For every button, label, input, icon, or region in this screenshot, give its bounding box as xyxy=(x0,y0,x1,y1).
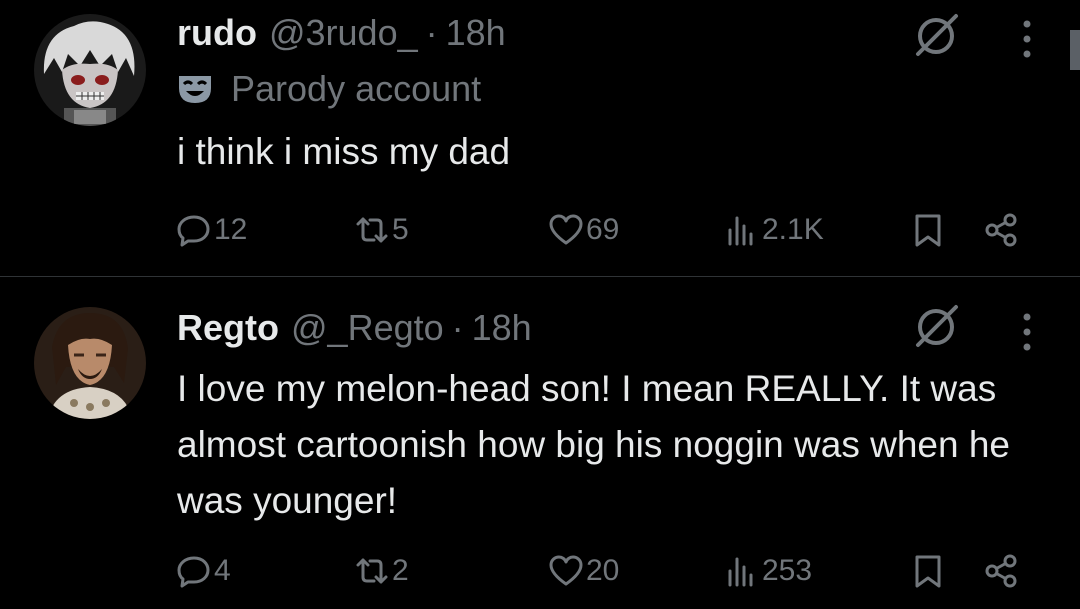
repost-count: 5 xyxy=(392,213,409,246)
bookmark-button[interactable] xyxy=(910,208,946,252)
share-button[interactable] xyxy=(984,208,1020,252)
tweet-regto[interactable]: Regto @_Regto · 18h I love my melon-head… xyxy=(0,277,1080,609)
views-icon xyxy=(728,216,753,246)
tweet-header: rudo @3rudo_ · 18h xyxy=(177,12,506,54)
parody-mask-icon xyxy=(179,76,211,103)
separator-dot: · xyxy=(425,12,438,53)
avatar[interactable] xyxy=(34,307,146,419)
reply-count: 4 xyxy=(214,554,231,587)
share-icon xyxy=(985,213,1017,247)
share-button[interactable] xyxy=(984,549,1020,593)
avatar[interactable] xyxy=(34,14,146,126)
views-count: 253 xyxy=(762,554,813,587)
tweet-text: i think i miss my dad xyxy=(177,131,511,172)
reply-button[interactable]: 4 xyxy=(176,549,231,593)
views-button[interactable]: 253 xyxy=(724,549,812,593)
display-name[interactable]: Regto xyxy=(177,307,279,349)
like-count: 69 xyxy=(586,213,620,246)
like-button[interactable]: 69 xyxy=(548,208,619,252)
tweet-rudo[interactable]: rudo @3rudo_ · 18h Parody account i thin… xyxy=(0,0,1080,277)
scrollbar-thumb[interactable] xyxy=(1070,30,1080,70)
reply-icon xyxy=(177,215,210,247)
timestamp[interactable]: 18h xyxy=(472,307,532,349)
reply-button[interactable]: 12 xyxy=(176,208,247,252)
grok-icon[interactable] xyxy=(912,10,962,60)
action-bar: 12 5 69 2.1K xyxy=(0,208,1080,252)
repost-button[interactable]: 2 xyxy=(354,549,409,593)
avatar-image xyxy=(34,14,146,126)
repost-icon xyxy=(356,217,388,243)
display-name[interactable]: rudo xyxy=(177,12,257,54)
repost-button[interactable]: 5 xyxy=(354,208,409,252)
user-handle[interactable]: @_Regto xyxy=(291,307,444,349)
grok-icon[interactable] xyxy=(912,301,962,351)
separator-dot: · xyxy=(451,307,464,348)
views-button[interactable]: 2.1K xyxy=(724,208,824,252)
timestamp[interactable]: 18h xyxy=(446,12,506,54)
more-icon[interactable] xyxy=(1020,311,1034,353)
reply-icon xyxy=(177,556,210,588)
views-icon xyxy=(728,557,753,587)
bookmark-icon xyxy=(915,555,941,588)
repost-icon xyxy=(356,558,388,584)
like-icon xyxy=(549,214,583,245)
bookmark-button[interactable] xyxy=(910,549,946,593)
tweet-text: I love my melon-head son! I mean REALLY.… xyxy=(177,368,1010,521)
parody-badge: Parody account xyxy=(177,68,481,110)
reply-count: 12 xyxy=(214,213,248,246)
bookmark-icon xyxy=(915,214,941,247)
tweet-header: Regto @_Regto · 18h xyxy=(177,307,532,349)
like-icon xyxy=(549,555,583,586)
parody-label: Parody account xyxy=(231,68,482,109)
like-button[interactable]: 20 xyxy=(548,549,619,593)
user-handle[interactable]: @3rudo_ xyxy=(269,12,418,54)
views-count: 2.1K xyxy=(762,213,824,246)
more-icon[interactable] xyxy=(1020,18,1034,60)
avatar-image xyxy=(34,307,146,419)
repost-count: 2 xyxy=(392,554,409,587)
action-bar: 4 2 20 253 xyxy=(0,549,1080,593)
like-count: 20 xyxy=(586,554,620,587)
share-icon xyxy=(985,554,1017,588)
